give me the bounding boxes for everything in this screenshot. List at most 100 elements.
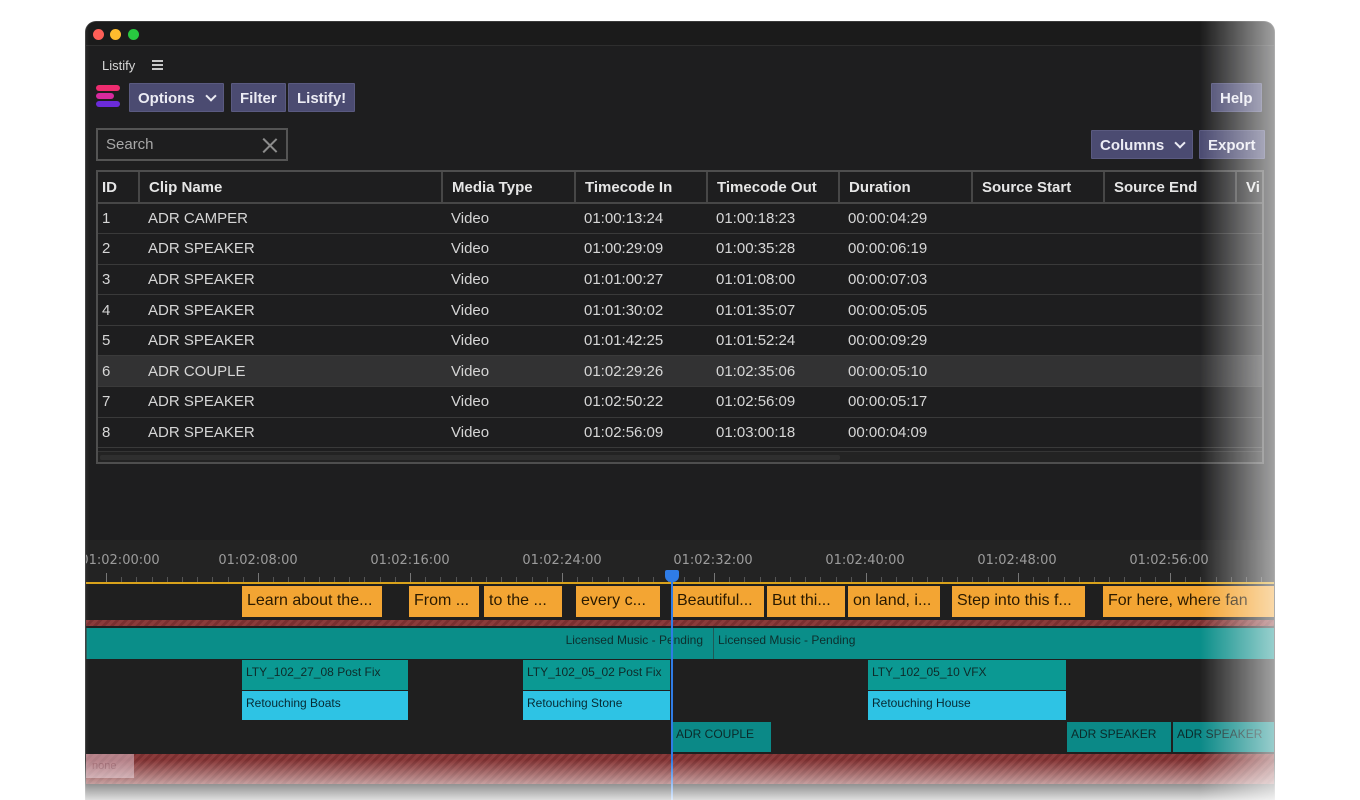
- table-cell: 01:00:13:24: [575, 203, 707, 235]
- table-cell: 01:02:29:26: [575, 355, 707, 388]
- music-clip[interactable]: Licensed Music - Pending: [86, 628, 713, 659]
- table-row[interactable]: 5 ADR SPEAKER Video 01:01:42:25 01:01:52:24 0…: [98, 325, 1262, 357]
- search-box[interactable]: [96, 128, 288, 161]
- ruler-label: 01:02:08:00: [218, 553, 298, 568]
- table-cell: 01:01:35:07: [707, 294, 839, 326]
- clear-search-icon[interactable]: [262, 137, 278, 153]
- timeline-ruler[interactable]: 01:02:00:00 01:02:08:00 01:02:16:00 01:0…: [86, 540, 1274, 584]
- ruler-label: 01:02:40:00: [825, 553, 905, 568]
- caption-clip[interactable]: From ...: [409, 586, 479, 617]
- table-cell: 4: [98, 294, 139, 326]
- close-window-button[interactable]: [93, 29, 104, 40]
- table-cell: [1104, 355, 1236, 388]
- help-button[interactable]: Help: [1211, 83, 1262, 112]
- table-cell: 01:00:29:09: [575, 233, 707, 265]
- caption-clip[interactable]: Learn about the...: [242, 586, 382, 617]
- ruler-tick: [714, 573, 715, 582]
- table-cell: [1104, 386, 1236, 418]
- column-header[interactable]: Timecode Out: [707, 172, 840, 204]
- table-cell: 01:00:35:28: [707, 233, 839, 265]
- table-cell: 01:01:30:02: [575, 294, 707, 326]
- vfx-clip[interactable]: LTY_102_05_02 Post Fix: [523, 660, 670, 690]
- table-row[interactable]: 2 ADR SPEAKER Video 01:00:29:09 01:00:35:28 0…: [98, 233, 1262, 265]
- table-cell: 00:00:05:05: [839, 294, 972, 326]
- listify-button[interactable]: Listify!: [288, 83, 356, 112]
- filter-button[interactable]: Filter: [231, 83, 286, 112]
- horizontal-scrollbar[interactable]: [98, 451, 1262, 462]
- table-cell: ADR SPEAKER: [139, 264, 442, 296]
- column-header[interactable]: Duration: [839, 172, 973, 204]
- search-input[interactable]: [106, 136, 256, 153]
- table-cell: 01:01:00:27: [575, 264, 707, 296]
- caption-clip[interactable]: Beautiful...: [672, 586, 764, 617]
- column-header[interactable]: Source End: [1104, 172, 1237, 204]
- table-cell: ADR CAMPER: [139, 203, 442, 235]
- vfx-clip[interactable]: LTY_102_05_10 VFX: [868, 660, 1066, 690]
- table-cell: Video: [442, 294, 575, 326]
- music-track: Licensed Music - Pending Licensed Music …: [86, 628, 1274, 659]
- column-header[interactable]: Media Type: [442, 172, 576, 204]
- table-cell: Video: [442, 203, 575, 235]
- table-cell: ADR SPEAKER: [139, 294, 442, 326]
- caption-clip[interactable]: For here, where fan: [1103, 586, 1274, 617]
- playhead-handle[interactable]: [665, 570, 679, 582]
- table-header-row: ID Clip Name Media Type Timecode In Time…: [98, 172, 1262, 204]
- table-cell: Video: [442, 386, 575, 418]
- scrollbar-thumb[interactable]: [100, 455, 840, 460]
- table-cell: 01:00:18:23: [707, 203, 839, 235]
- table-cell: 6: [98, 355, 139, 388]
- table-row[interactable]: 3 ADR SPEAKER Video 01:01:00:27 01:01:08:00 0…: [98, 264, 1262, 296]
- retouch-clip[interactable]: Retouching Stone: [523, 691, 670, 720]
- column-header[interactable]: Timecode In: [575, 172, 708, 204]
- table-cell: 01:03:00:18: [707, 417, 839, 449]
- table-cell: 1: [98, 203, 139, 235]
- table-cell: [1236, 264, 1262, 296]
- panel-tab[interactable]: Listify: [102, 58, 135, 73]
- table-cell: 3: [98, 264, 139, 296]
- table-cell: 00:00:04:29: [839, 203, 972, 235]
- adr-clip[interactable]: ADR COUPLE: [672, 722, 771, 752]
- table-row[interactable]: 6 ADR COUPLE Video 01:02:29:26 01:02:35:06 00…: [98, 355, 1262, 388]
- caption-clip[interactable]: every c...: [576, 586, 660, 617]
- maximize-window-button[interactable]: [128, 29, 139, 40]
- table-row[interactable]: 8 ADR SPEAKER Video 01:02:56:09 01:03:00:18 0…: [98, 417, 1262, 449]
- adr-clip[interactable]: ADR SPEAKER: [1067, 722, 1171, 752]
- table-cell: [1236, 386, 1262, 418]
- columns-button-label: Columns: [1100, 137, 1165, 154]
- table-row[interactable]: 4 ADR SPEAKER Video 01:01:30:02 01:01:35:07 0…: [98, 294, 1262, 326]
- table-row[interactable]: 1 ADR CAMPER Video 01:00:13:24 01:00:18:23 00…: [98, 203, 1262, 235]
- vfx-clip[interactable]: LTY_102_27_08 Post Fix: [242, 660, 408, 690]
- column-header[interactable]: Source Start: [972, 172, 1105, 204]
- work-area-bar: [86, 582, 1274, 584]
- adr-clip[interactable]: ADR SPEAKER: [1173, 722, 1274, 752]
- retouch-clip[interactable]: Retouching Boats: [242, 691, 408, 720]
- ruler-label: 01:02:48:00: [977, 553, 1057, 568]
- caption-clip[interactable]: But thi...: [767, 586, 845, 617]
- playhead-line: [671, 578, 673, 800]
- caption-track: Learn about the... From ... to the ... e…: [86, 586, 1274, 617]
- table-cell: [972, 233, 1104, 265]
- minimize-window-button[interactable]: [110, 29, 121, 40]
- left-fade: [0, 0, 90, 800]
- ruler-label: 01:02:56:00: [1129, 553, 1209, 568]
- column-header[interactable]: Clip Name: [139, 172, 443, 204]
- music-clip[interactable]: Licensed Music - Pending: [713, 628, 1274, 659]
- listify-logo-icon: [96, 85, 122, 111]
- caption-clip[interactable]: on land, i...: [848, 586, 940, 617]
- column-header[interactable]: Vi: [1236, 172, 1262, 204]
- options-button[interactable]: Options: [129, 83, 224, 112]
- column-header[interactable]: ID: [98, 172, 140, 204]
- table-cell: [1104, 325, 1236, 357]
- export-button[interactable]: Export: [1199, 130, 1265, 159]
- columns-button[interactable]: Columns: [1091, 130, 1194, 159]
- table-cell: Video: [442, 264, 575, 296]
- caption-gap-track: [86, 620, 1274, 626]
- caption-clip[interactable]: Step into this f...: [952, 586, 1085, 617]
- table-row[interactable]: 7 ADR SPEAKER Video 01:02:50:22 01:02:56:09 0…: [98, 386, 1262, 418]
- retouch-clip[interactable]: Retouching House: [868, 691, 1066, 720]
- caption-clip[interactable]: to the ...: [484, 586, 562, 617]
- table-cell: Video: [442, 417, 575, 449]
- sequence-timeline[interactable]: 01:02:00:00 01:02:08:00 01:02:16:00 01:0…: [86, 540, 1274, 800]
- chevron-down-icon: [205, 90, 217, 102]
- panel-menu-icon[interactable]: [152, 60, 163, 72]
